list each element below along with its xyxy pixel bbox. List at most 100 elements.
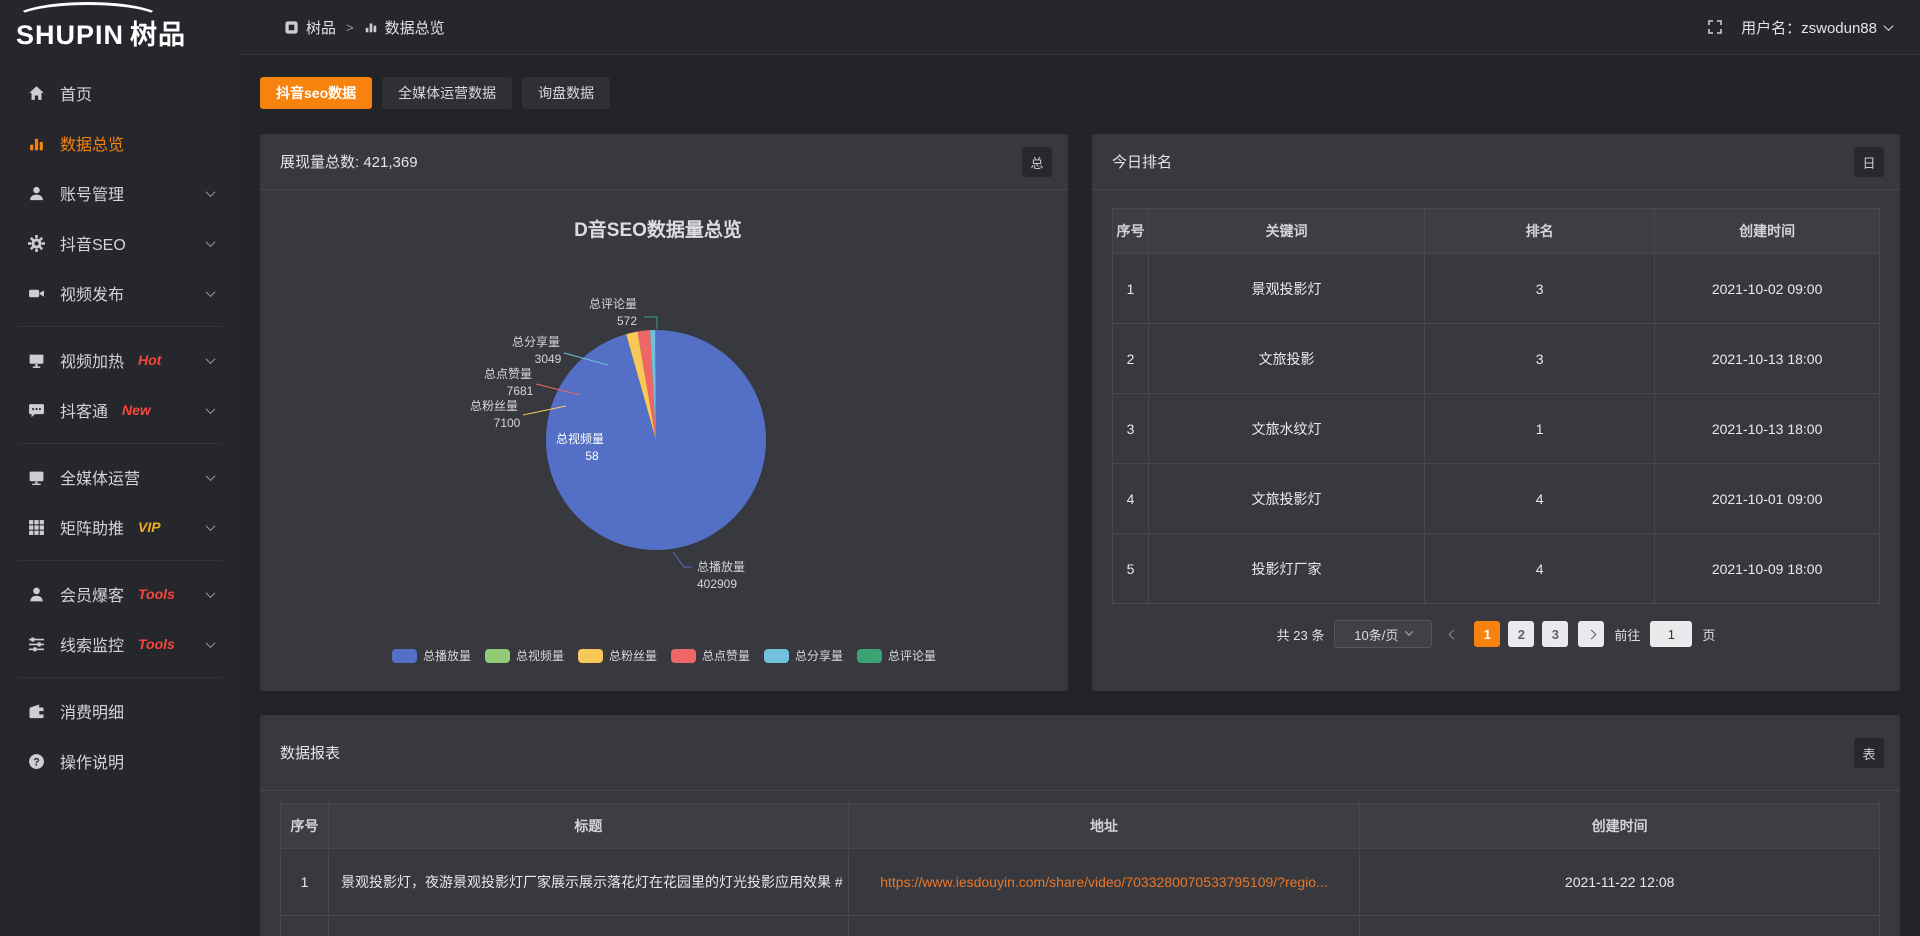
sidebar-item-home[interactable]: 首页: [0, 68, 240, 118]
cell: 2: [1113, 324, 1149, 394]
jump-page-input[interactable]: [1650, 621, 1692, 647]
legend-swatch: [671, 649, 696, 663]
sidebar-item-member-burst[interactable]: 会员爆客 Tools: [0, 569, 240, 619]
legend-swatch: [857, 649, 882, 663]
tools-badge: Tools: [138, 586, 175, 602]
question-circle-icon: ?: [28, 753, 46, 770]
breadcrumb-current[interactable]: 数据总览: [385, 17, 445, 38]
chevron-down-icon: [206, 354, 216, 364]
report-panel-title: 数据报表: [280, 742, 340, 763]
rank-row: 2文旅投影32021-10-13 18:00: [1113, 324, 1880, 394]
sidebar-item-label: 操作说明: [60, 749, 124, 773]
chevron-down-icon: [1405, 627, 1413, 635]
cell: 2021-10-01 09:00: [1655, 464, 1880, 534]
sidebar: 首页 数据总览 账号管理 抖音SEO 视频发布 视频加热 Hot 抖客通 New…: [0, 54, 240, 936]
tab-douyin-seo-data[interactable]: 抖音seo数据: [260, 77, 372, 109]
pie-label-name: 总点赞量: [484, 367, 532, 381]
total-view-button[interactable]: 总: [1022, 147, 1052, 177]
chat-icon: [28, 402, 46, 419]
pie-chart: D音SEO数据量总览总播放量402909总视频量58总粉丝量7100总点赞量76…: [260, 190, 1068, 690]
vip-badge: VIP: [138, 519, 161, 535]
legend-label: 总视频量: [516, 647, 564, 664]
table-view-button[interactable]: 表: [1854, 738, 1884, 768]
legend-item[interactable]: 总粉丝量: [578, 647, 657, 664]
legend-item[interactable]: 总点赞量: [671, 647, 750, 664]
report-table: 序号标题地址创建时间 1景观投影灯，夜游景观投影灯厂家展示展示落花灯在花园里的灯…: [280, 803, 1880, 936]
new-badge: New: [122, 402, 151, 418]
column-header: 关键词: [1149, 209, 1425, 254]
cell: [848, 916, 1360, 936]
chevron-down-icon: [206, 638, 216, 648]
legend-item[interactable]: 总评论量: [857, 647, 936, 664]
prev-page-button[interactable]: [1442, 621, 1464, 647]
user-menu[interactable]: 用户名：zswodun88: [1741, 17, 1892, 38]
legend-item[interactable]: 总分享量: [764, 647, 843, 664]
brand-logo[interactable]: SHUPIN树品: [0, 0, 240, 54]
pie-label-name: 总评论量: [589, 297, 637, 311]
sidebar-item-spend-detail[interactable]: 消费明细: [0, 686, 240, 736]
sidebar-item-douyin-seo[interactable]: 抖音SEO: [0, 218, 240, 268]
cell: 3: [1425, 254, 1655, 324]
chevron-right-icon: [1586, 629, 1596, 639]
chevron-down-icon: [206, 521, 216, 531]
report-link[interactable]: https://www.iesdouyin.com/share/video/70…: [848, 849, 1360, 916]
cell: 3: [1113, 394, 1149, 464]
cell: [281, 916, 329, 936]
sidebar-item-label: 首页: [60, 81, 92, 105]
pagination: 共 23 条 10条/页 123 前往 页: [1112, 620, 1880, 648]
chevron-down-icon: [206, 237, 216, 247]
jump-suffix: 页: [1702, 625, 1715, 644]
sidebar-item-label: 抖客通: [60, 398, 108, 422]
cell: 景观投影灯: [1149, 254, 1425, 324]
tab-inquiry-data[interactable]: 询盘数据: [522, 77, 610, 109]
legend-item[interactable]: 总播放量: [392, 647, 471, 664]
user-icon: [28, 185, 46, 202]
column-header: 序号: [1113, 209, 1149, 254]
sidebar-item-lead-monitor[interactable]: 线索监控 Tools: [0, 619, 240, 669]
sidebar-item-account[interactable]: 账号管理: [0, 168, 240, 218]
cell: [1360, 916, 1880, 936]
report-title: 景观投影灯，夜游景观投影灯厂家展示展示落花灯在花园里的灯光投影应用效果 #: [329, 849, 849, 916]
tools-badge: Tools: [138, 636, 175, 652]
sidebar-item-help[interactable]: ? 操作说明: [0, 736, 240, 786]
sidebar-item-doukr[interactable]: 抖客通 New: [0, 385, 240, 435]
page-size-select[interactable]: 10条/页: [1334, 620, 1432, 648]
data-tabs: 抖音seo数据 全媒体运营数据 询盘数据: [260, 55, 1900, 109]
app-icon: [284, 20, 299, 35]
legend-swatch: [764, 649, 789, 663]
topbar-right: 用户名：zswodun88: [1707, 17, 1920, 38]
sidebar-item-matrix-boost[interactable]: 矩阵助推 VIP: [0, 502, 240, 552]
chevron-down-icon: [206, 287, 216, 297]
day-view-button[interactable]: 日: [1854, 147, 1884, 177]
logo-text-cn: 树品: [130, 20, 186, 50]
next-page-button[interactable]: [1578, 621, 1604, 647]
sidebar-item-data-overview[interactable]: 数据总览: [0, 118, 240, 168]
page-button-1[interactable]: 1: [1474, 621, 1500, 647]
cell: [329, 916, 849, 936]
tab-media-ops-data[interactable]: 全媒体运营数据: [382, 77, 512, 109]
video-camera-icon: [28, 285, 46, 302]
sidebar-item-label: 消费明细: [60, 699, 124, 723]
main-content: 抖音seo数据 全媒体运营数据 询盘数据 展现量总数: 421,369 总 D音…: [240, 54, 1920, 936]
pie-chart-area: D音SEO数据量总览总播放量402909总视频量58总粉丝量7100总点赞量76…: [260, 190, 1068, 690]
fullscreen-icon[interactable]: [1707, 19, 1723, 35]
rank-panel-title: 今日排名: [1112, 151, 1172, 172]
sidebar-item-media-ops[interactable]: 全媒体运营: [0, 452, 240, 502]
legend-label: 总播放量: [423, 647, 471, 664]
report-table-wrap: 序号标题地址创建时间 1景观投影灯，夜游景观投影灯厂家展示展示落花灯在花园里的灯…: [260, 791, 1900, 936]
sidebar-divider: [18, 677, 222, 678]
sidebar-item-video-heat[interactable]: 视频加热 Hot: [0, 335, 240, 385]
chart-legend: 总播放量 总视频量总粉丝量总点赞量总分享量总评论量: [260, 647, 1068, 664]
screen-icon: [28, 352, 46, 369]
legend-item[interactable]: 总视频量: [485, 647, 564, 664]
grid-icon: [28, 519, 46, 536]
breadcrumb-root[interactable]: 树品: [306, 17, 336, 38]
sidebar-item-label: 账号管理: [60, 181, 124, 205]
legend-swatch: [485, 649, 510, 663]
page-button-3[interactable]: 3: [1542, 621, 1568, 647]
sidebar-item-video-publish[interactable]: 视频发布: [0, 268, 240, 318]
chevron-down-icon: [1884, 21, 1894, 31]
report-panel-header: 数据报表: [260, 715, 1900, 791]
cell: 1: [281, 849, 329, 916]
page-button-2[interactable]: 2: [1508, 621, 1534, 647]
